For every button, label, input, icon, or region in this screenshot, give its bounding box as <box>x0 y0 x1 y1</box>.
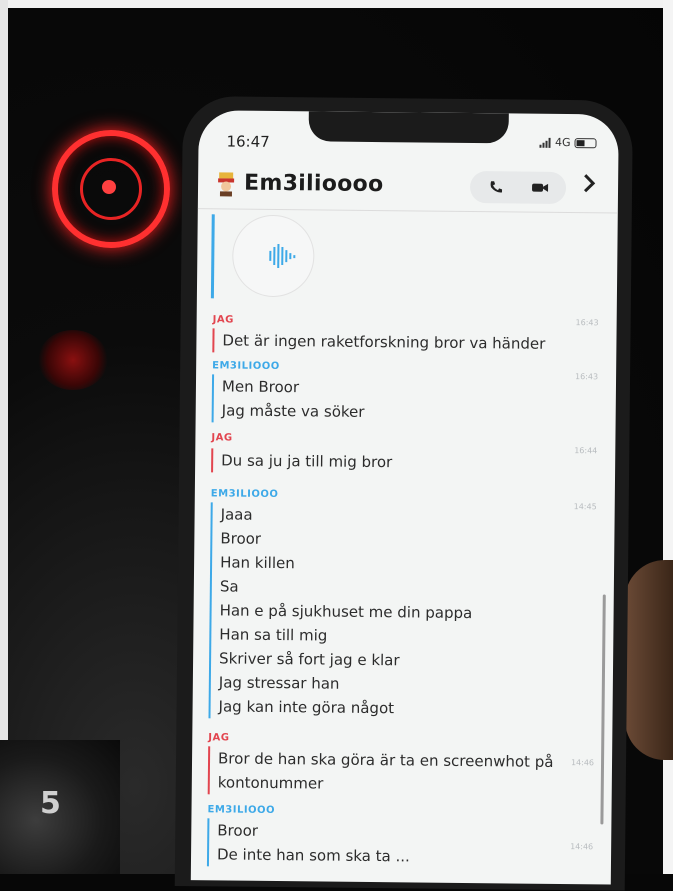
message-time: 14:46 <box>570 758 595 768</box>
message-block: Det är ingen raketforskning bror va händ… <box>212 328 546 356</box>
message-line: Bror de han ska göra är ta en screenwhot… <box>217 749 554 771</box>
message-block: Jaaa Broor Han killen Sa Han e på sjukhu… <box>208 502 474 722</box>
notch <box>308 111 509 144</box>
sender-label: EM3ILIOOO <box>212 360 280 373</box>
voice-note[interactable] <box>210 214 325 300</box>
phone-screen: 16:47 4G Em3ilioooo JAG 16:43 Det är ing… <box>190 110 619 885</box>
video-icon[interactable] <box>530 178 550 198</box>
message-time: 16:44 <box>574 446 598 456</box>
sender-label: EM3ILIOOO <box>210 488 279 501</box>
call-controls <box>469 171 567 205</box>
message-line: Broor <box>220 529 262 548</box>
chat-name[interactable]: Em3ilioooo <box>244 171 384 197</box>
message-line: Jag måste va söker <box>221 401 365 421</box>
sender-label: JAG <box>212 314 234 326</box>
message-time: 14:45 <box>573 502 597 512</box>
message-line: Sa <box>219 577 239 596</box>
message-line: Men Broor <box>221 377 300 397</box>
status-time: 16:47 <box>226 132 270 151</box>
status-indicators: 4G <box>539 135 597 150</box>
message-line: Du sa ju ja till mig bror <box>221 451 393 472</box>
message-line: Han e på sjukhuset me din pappa <box>219 601 473 623</box>
phone-icon[interactable] <box>486 177 506 197</box>
message-line: Han killen <box>220 553 295 573</box>
message-block: Men Broor Jag måste va söker <box>211 374 365 424</box>
message-line: Jaaa <box>220 505 253 524</box>
network-label: 4G <box>554 135 571 150</box>
message-line: Han sa till mig <box>219 625 328 645</box>
message-time: 16:43 <box>575 318 599 328</box>
scrollbar[interactable] <box>600 594 606 825</box>
message-block: Du sa ju ja till mig bror <box>211 448 393 475</box>
message-time: 16:43 <box>574 372 599 382</box>
phone: 16:47 4G Em3ilioooo JAG 16:43 Det är ing… <box>174 96 633 891</box>
voice-note-icon[interactable] <box>231 214 315 298</box>
message-line: Broor <box>217 821 259 840</box>
chevron-right-icon[interactable] <box>582 172 606 202</box>
chat-header: Em3ilioooo <box>197 160 619 214</box>
battery-icon <box>574 137 597 148</box>
sender-label: JAG <box>208 732 230 744</box>
gauge-center <box>102 180 116 194</box>
avatar-icon[interactable] <box>216 170 236 197</box>
message-line: Jag kan inte göra något <box>218 697 395 718</box>
message-block: Broor De inte han som ska ta ... <box>206 818 411 869</box>
hand <box>625 560 673 760</box>
message-line: Skriver så fort jag e klar <box>219 649 400 670</box>
message-time: 14:46 <box>570 842 594 852</box>
message-line: Det är ingen raketforskning bror va händ… <box>222 331 546 353</box>
photo-border-top <box>0 0 673 8</box>
sender-label: JAG <box>211 432 233 444</box>
knob-number: 5 <box>40 786 61 821</box>
message-line: De inte han som ska ta ... <box>216 845 410 866</box>
signal-icon <box>539 137 552 148</box>
message-block: Bror de han ska göra är ta en screenwhot… <box>207 746 554 798</box>
message-line: kontonummer <box>217 773 324 793</box>
dashboard-red-light <box>38 330 108 390</box>
sender-label: EM3ILIOOO <box>207 804 276 817</box>
dashboard-gauge <box>52 130 170 248</box>
message-line: Jag stressar han <box>218 673 340 693</box>
